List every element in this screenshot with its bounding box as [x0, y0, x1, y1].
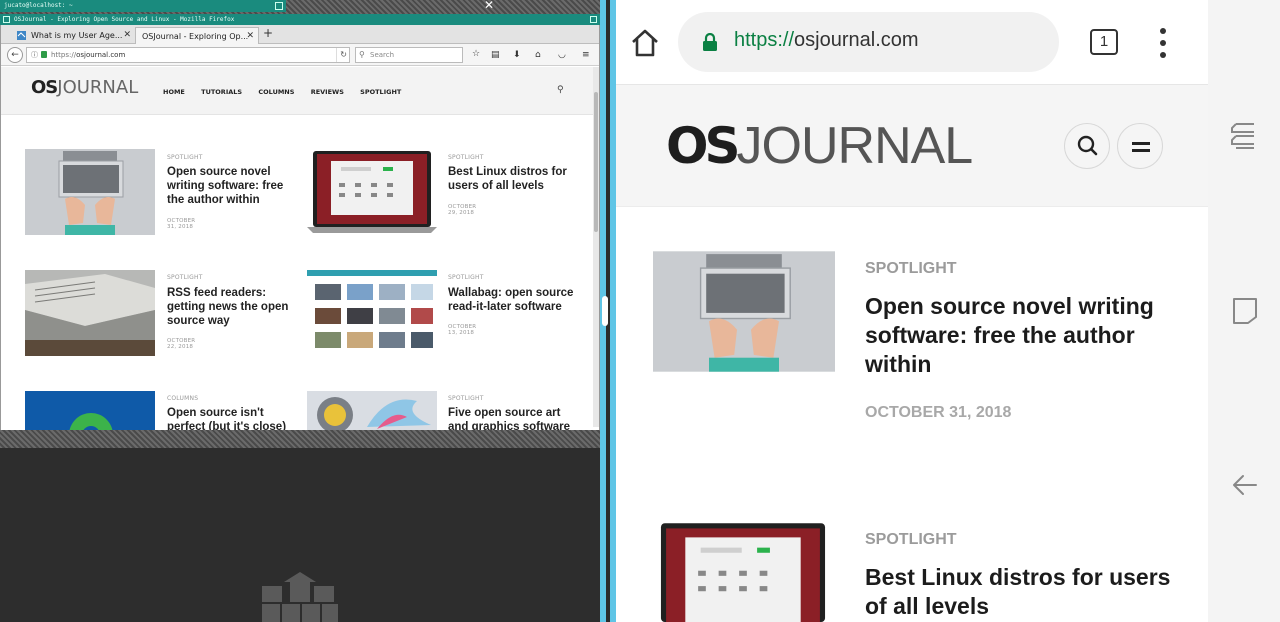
tab-switcher-icon[interactable]: 1: [1090, 29, 1118, 55]
page-scrollbar[interactable]: [593, 67, 599, 427]
article-category: SPOTLIGHT: [167, 154, 203, 161]
lock-icon: [41, 51, 47, 58]
open-source-logo-thumbnail: [25, 391, 155, 430]
download-icon[interactable]: ⬇: [513, 48, 521, 62]
hamburger-menu-icon: [1132, 142, 1150, 152]
search-icon: ⚲: [359, 50, 365, 59]
globe-icon: [17, 31, 26, 40]
mobile-browser-pane: https://osjournal.com 1 OSJOURNAL SPOTLI…: [616, 0, 1208, 622]
desktop-pane: jucato@localhost: ~ ✕ OSJournal - Explor…: [0, 0, 600, 622]
home-icon[interactable]: [630, 28, 660, 58]
article-category: SPOTLIGHT: [865, 531, 957, 548]
laptop-typing-thumbnail: [25, 149, 155, 235]
tab-user-agent[interactable]: What is my User Age... ✕: [13, 27, 135, 44]
firefox-titlebar[interactable]: OSJournal - Exploring Open Source and Li…: [0, 14, 600, 25]
site-nav: HOME TUTORIALS COLUMNS REVIEWS SPOTLIGHT: [163, 88, 415, 96]
tab-label: OSJournal - Exploring Op...: [142, 32, 249, 41]
xterm-maximize-icon[interactable]: [275, 2, 283, 10]
nav-reviews[interactable]: REVIEWS: [311, 88, 344, 96]
reading-list-icon[interactable]: ▤: [491, 48, 500, 62]
xterm-titlebar[interactable]: jucato@localhost: ~: [0, 0, 286, 12]
article-category: COLUMNS: [167, 395, 199, 402]
screen: jucato@localhost: ~ ✕ OSJournal - Explor…: [0, 0, 1280, 622]
ubuntu-laptop-thumbnail: [659, 522, 827, 622]
article-title[interactable]: Wallabag: open source read-it-later soft…: [448, 286, 578, 314]
desktop-logo-icon: [262, 572, 338, 622]
url-bar[interactable]: ⓘ https://osjournal.com ↻: [26, 47, 350, 63]
article-category: SPOTLIGHT: [865, 260, 957, 277]
mobile-url-bar[interactable]: https://osjournal.com: [678, 12, 1059, 72]
tab-strip: What is my User Age... ✕ OSJournal - Exp…: [1, 25, 599, 44]
hamburger-menu-icon[interactable]: ≡: [582, 48, 590, 62]
article-date: OCTOBER 31, 2018: [167, 218, 196, 230]
reload-icon[interactable]: ↻: [336, 48, 347, 62]
nav-tutorials[interactable]: TUTORIALS: [201, 88, 242, 96]
article-title[interactable]: Open source novel writing software: free…: [865, 292, 1175, 379]
xterm-title: jucato@localhost: ~: [4, 2, 73, 9]
tab-close-icon[interactable]: ✕: [246, 28, 254, 44]
nav-spotlight[interactable]: SPOTLIGHT: [360, 88, 401, 96]
nav-home[interactable]: HOME: [163, 88, 185, 96]
article-title[interactable]: RSS feed readers: getting news the open …: [167, 286, 297, 328]
firefox-window: What is my User Age... ✕ OSJournal - Exp…: [0, 25, 600, 430]
navigation-toolbar: ← ⓘ https://osjournal.com ↻ ⚲ Search ☆ ▤…: [1, 44, 599, 66]
site-logo[interactable]: OSJOURNAL: [31, 77, 138, 98]
search-input[interactable]: ⚲ Search: [355, 47, 463, 63]
art-graphics-thumbnail: [307, 391, 437, 430]
article-date: OCTOBER 13, 2018: [448, 324, 477, 336]
window-menu-icon[interactable]: [3, 16, 10, 23]
article-date: OCTOBER 31, 2018: [865, 404, 1012, 421]
search-placeholder: Search: [370, 51, 395, 59]
divider-handle[interactable]: [602, 296, 608, 326]
bookmark-star-icon[interactable]: ☆: [472, 47, 480, 61]
article-title[interactable]: Five open source art and graphics softwa…: [448, 406, 578, 430]
close-icon[interactable]: ✕: [484, 0, 494, 12]
tab-osjournal[interactable]: OSJournal - Exploring Op... ✕: [135, 27, 259, 44]
mobile-url-text: https://osjournal.com: [734, 29, 919, 51]
firefox-window-title: OSJournal - Exploring Open Source and Li…: [14, 16, 235, 23]
search-icon: [1077, 135, 1098, 156]
article-title[interactable]: Open source novel writing software: free…: [167, 165, 297, 207]
info-icon[interactable]: ⓘ: [31, 48, 38, 62]
article-category: SPOTLIGHT: [167, 274, 203, 281]
overflow-menu-icon[interactable]: [1159, 28, 1167, 58]
tab-close-icon[interactable]: ✕: [123, 27, 131, 44]
article-title[interactable]: Open source isn't perfect (but it's clos…: [167, 406, 297, 430]
new-tab-button[interactable]: +: [263, 26, 273, 40]
url-text: https://osjournal.com: [51, 51, 126, 59]
tab-label: What is my User Age...: [31, 31, 123, 40]
scrollbar-thumb[interactable]: [594, 92, 598, 232]
ubuntu-laptop-thumbnail: [307, 149, 437, 235]
article-title[interactable]: Best Linux distros for users of all leve…: [448, 165, 578, 193]
lock-icon: [703, 33, 717, 51]
site-header: OSJOURNAL HOME TUTORIALS COLUMNS REVIEWS…: [1, 67, 599, 115]
mobile-toolbar: https://osjournal.com 1: [616, 0, 1208, 85]
article-category: SPOTLIGHT: [448, 274, 484, 281]
site-logo[interactable]: OSJOURNAL: [666, 117, 973, 175]
wallabag-screenshot-thumbnail: [307, 270, 437, 356]
article-category: SPOTLIGHT: [448, 154, 484, 161]
mobile-search-button[interactable]: [1064, 123, 1110, 169]
window-maximize-icon[interactable]: [590, 16, 597, 23]
mobile-menu-button[interactable]: [1117, 123, 1163, 169]
back-arrow-icon[interactable]: [1232, 472, 1258, 498]
recents-icon[interactable]: [1230, 122, 1258, 152]
android-navigation-bar: [1208, 0, 1280, 622]
laptop-typing-thumbnail: [653, 251, 835, 372]
nav-columns[interactable]: COLUMNS: [258, 88, 294, 96]
split-screen-divider[interactable]: [600, 0, 616, 622]
home-square-icon[interactable]: [1232, 297, 1258, 325]
article-title[interactable]: Best Linux distros for users of all leve…: [865, 563, 1175, 621]
desktop-hatch-bottom: [0, 430, 600, 448]
article-date: OCTOBER 22, 2018: [167, 338, 196, 350]
back-arrow-icon[interactable]: ←: [7, 47, 23, 63]
pocket-icon[interactable]: ◡: [558, 48, 566, 62]
article-category: SPOTLIGHT: [448, 395, 484, 402]
home-icon[interactable]: ⌂: [535, 48, 541, 62]
article-date: OCTOBER 29, 2018: [448, 204, 477, 216]
newspapers-thumbnail: [25, 270, 155, 356]
mobile-site-header: OSJOURNAL: [616, 85, 1208, 207]
search-icon[interactable]: ⚲: [557, 85, 564, 95]
